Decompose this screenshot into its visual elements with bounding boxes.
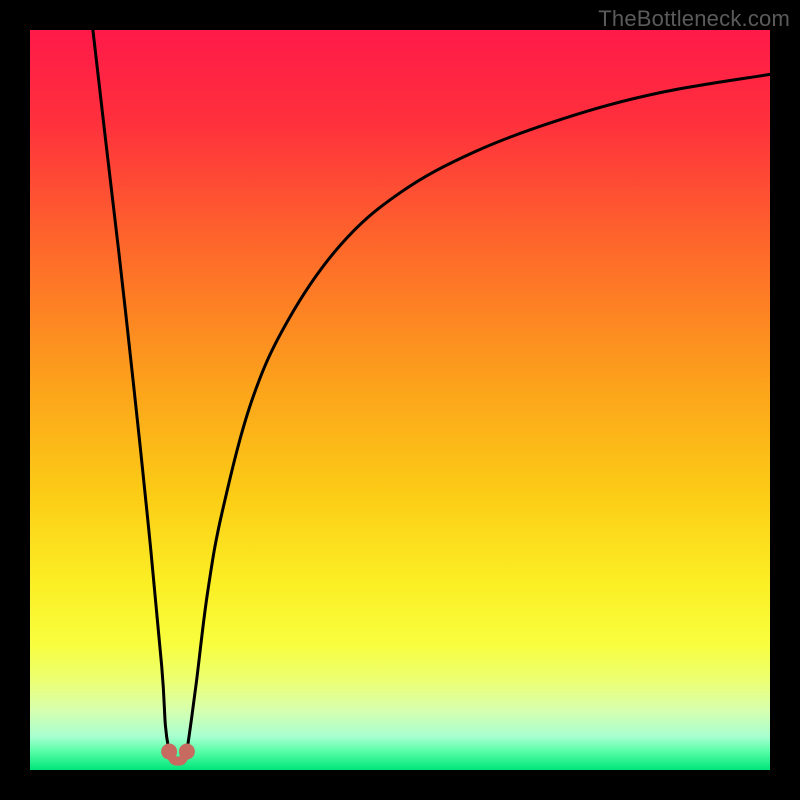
chart-frame: TheBottleneck.com [0, 0, 800, 800]
curve-right-branch [187, 74, 770, 751]
valley-marker [179, 744, 195, 760]
valley-marker [161, 744, 177, 760]
watermark-text: TheBottleneck.com [598, 6, 790, 32]
curve-layer [30, 30, 770, 770]
plot-area [30, 30, 770, 770]
curve-left-branch [93, 30, 169, 752]
